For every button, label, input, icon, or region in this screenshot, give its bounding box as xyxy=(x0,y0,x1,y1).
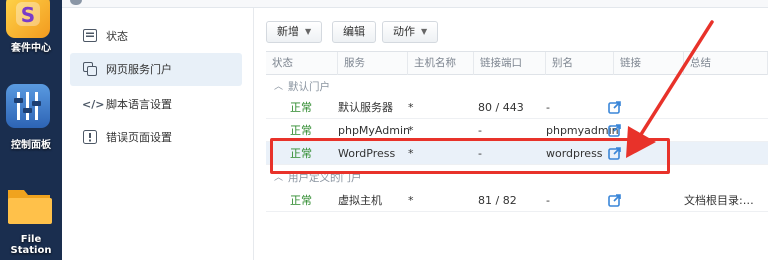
package-center-shortcut[interactable]: S 套件中心 xyxy=(0,0,62,55)
control-panel-label: 控制面板 xyxy=(11,140,51,151)
chevron-down-icon: ▼ xyxy=(421,27,428,36)
table-row[interactable]: 正常 默认服务器 * 80 / 443 - xyxy=(266,96,768,119)
group-header-default[interactable]: ︿ 默认门户 xyxy=(266,76,768,96)
service-cell: 虚拟主机 xyxy=(338,194,382,207)
port-cell: 80 / 443 xyxy=(478,101,524,114)
desktop-launcher: S 套件中心 控制面板 File Station xyxy=(0,0,62,260)
sidebar-item-status[interactable]: 状态 xyxy=(70,20,242,53)
web-station-window: 状态 网页服务门户 </> 脚本语言设置 错误页面设置 新增 ▼ 编辑 动作 ▼ 状… xyxy=(62,0,768,260)
control-panel-shortcut[interactable]: 控制面板 xyxy=(0,80,62,151)
chevron-down-icon: ▼ xyxy=(305,27,312,36)
hostname-cell: * xyxy=(408,194,414,207)
status-icon xyxy=(82,29,98,44)
status-cell: 正常 xyxy=(290,194,312,207)
sidebar-item-label: 网页服务门户 xyxy=(106,63,172,76)
external-link-icon[interactable] xyxy=(608,124,621,137)
main-content: 新增 ▼ 编辑 动作 ▼ 状态 服务 主机名称 链接端口 别名 链接 总结 ︿ 默认… xyxy=(254,8,768,260)
table-row[interactable]: 正常 虚拟主机 * 81 / 82 - 文档根目录:… xyxy=(266,189,768,212)
column-header-service[interactable]: 服务 xyxy=(338,52,408,75)
external-link-icon[interactable] xyxy=(608,101,621,114)
sidebar-item-label: 脚本语言设置 xyxy=(106,98,172,111)
create-button-label: 新增 xyxy=(277,25,299,38)
sidebar-item-label: 错误页面设置 xyxy=(106,131,172,144)
file-station-label: File Station xyxy=(10,234,52,256)
window-top-edge xyxy=(62,0,768,8)
chevron-up-icon[interactable]: ︿ xyxy=(274,79,283,92)
column-header-hostname[interactable]: 主机名称 xyxy=(408,52,474,75)
column-header-summary[interactable]: 总结 xyxy=(684,52,768,75)
alias-cell: - xyxy=(546,194,550,207)
service-cell: 默认服务器 xyxy=(338,101,393,114)
column-header-port[interactable]: 链接端口 xyxy=(474,52,546,75)
alias-cell: - xyxy=(546,101,550,114)
sidebar-item-error-page[interactable]: 错误页面设置 xyxy=(70,121,242,154)
svg-text:S: S xyxy=(21,3,35,27)
code-icon: </> xyxy=(82,98,105,111)
window-handle[interactable] xyxy=(70,0,82,5)
edit-button[interactable]: 编辑 xyxy=(332,21,376,43)
folder-icon xyxy=(6,184,52,228)
sidebar: 状态 网页服务门户 </> 脚本语言设置 错误页面设置 xyxy=(62,8,254,260)
external-link-icon[interactable] xyxy=(608,194,621,207)
status-cell: 正常 xyxy=(290,101,312,114)
action-button-label: 动作 xyxy=(393,25,415,38)
create-button[interactable]: 新增 ▼ xyxy=(266,21,323,43)
action-button[interactable]: 动作 ▼ xyxy=(382,21,439,43)
column-header-status[interactable]: 状态 xyxy=(266,52,338,75)
error-page-icon xyxy=(82,130,98,145)
sidebar-item-script-language[interactable]: </> 脚本语言设置 xyxy=(70,88,242,121)
package-center-label: 套件中心 xyxy=(11,43,51,54)
column-header-alias[interactable]: 别名 xyxy=(546,52,614,75)
file-station-shortcut[interactable]: File Station xyxy=(0,180,62,256)
table-header: 状态 服务 主机名称 链接端口 别名 链接 总结 xyxy=(266,52,768,75)
annotation-highlight-box xyxy=(270,138,670,174)
hostname-cell: * xyxy=(408,101,414,114)
summary-cell: 文档根目录:… xyxy=(684,194,754,207)
column-header-link[interactable]: 链接 xyxy=(614,52,684,75)
edit-button-label: 编辑 xyxy=(343,25,365,38)
package-center-icon: S xyxy=(6,0,50,38)
port-cell: 81 / 82 xyxy=(478,194,517,207)
sidebar-item-label: 状态 xyxy=(106,30,128,43)
web-portal-icon xyxy=(82,62,98,77)
sidebar-item-web-portal[interactable]: 网页服务门户 xyxy=(70,53,242,86)
group-label: 默认门户 xyxy=(288,81,330,93)
control-panel-icon xyxy=(6,84,50,128)
